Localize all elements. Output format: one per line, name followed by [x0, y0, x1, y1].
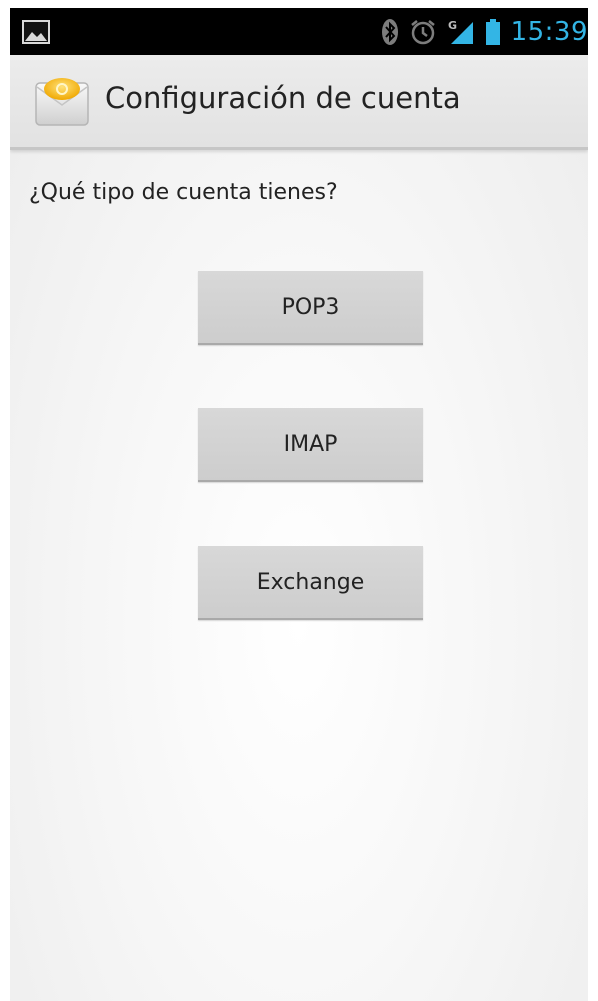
phone-screen: G 15:39 Configuración de cuenta ¿Qué tip… — [10, 8, 588, 1001]
imap-button[interactable]: IMAP — [198, 408, 423, 482]
status-bar: G 15:39 — [10, 8, 588, 55]
signal-icon: G — [448, 19, 473, 44]
page-title: Configuración de cuenta — [105, 81, 461, 115]
email-app-icon[interactable] — [34, 75, 90, 129]
pop3-button[interactable]: POP3 — [198, 271, 423, 345]
exchange-button[interactable]: Exchange — [198, 546, 423, 620]
account-type-question: ¿Qué tipo de cuenta tienes? — [29, 180, 338, 205]
status-icons: G 15:39 — [381, 8, 588, 55]
alarm-icon — [410, 19, 435, 44]
action-bar: Configuración de cuenta — [10, 55, 588, 150]
signal-type-label: G — [448, 19, 457, 32]
battery-icon — [485, 18, 500, 45]
status-time: 15:39 — [510, 16, 588, 47]
bluetooth-icon — [381, 18, 398, 45]
gallery-icon — [22, 20, 50, 44]
